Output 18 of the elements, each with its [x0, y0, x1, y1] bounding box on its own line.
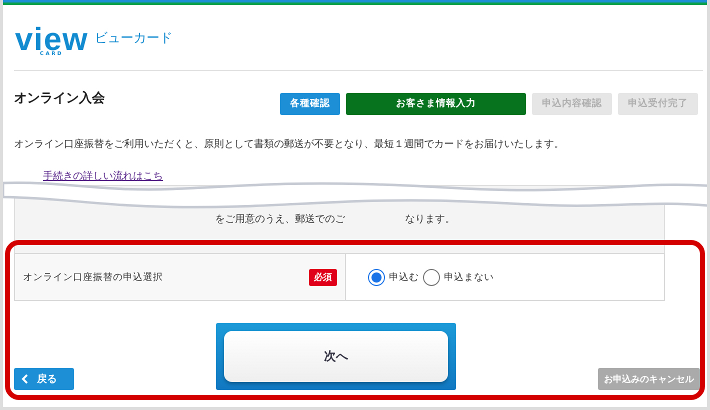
- next-button[interactable]: 次へ: [224, 331, 448, 382]
- required-badge: 必須: [309, 268, 337, 286]
- notice-text: をご用意のうえ、郵送でのご: [215, 212, 345, 226]
- progress-step: お客さま情報入力: [346, 93, 526, 115]
- notice-text: なります。: [405, 213, 455, 226]
- field-label: オンライン口座振替の申込選択: [23, 270, 163, 284]
- progress-step: 各種確認: [280, 93, 340, 115]
- radio-option[interactable]: 申込まない: [423, 268, 494, 286]
- logo-katakana: ビューカード: [94, 30, 172, 47]
- intro-text: オンライン口座振替をご利用いただくと、原則として書類の郵送が不要となり、最短１週間でカードをお届けいたします。: [14, 138, 565, 151]
- chevron-left-icon: [21, 374, 29, 384]
- back-button[interactable]: 戻る: [14, 368, 74, 390]
- radio-icon[interactable]: [368, 268, 385, 286]
- page-title: オンライン入会: [14, 90, 105, 107]
- radio-icon[interactable]: [423, 268, 440, 286]
- logo-wordmark: view: [15, 26, 88, 52]
- flow-link[interactable]: 手続きの詳しい流れはこち: [43, 171, 163, 182]
- radio-option[interactable]: 申込む: [368, 268, 419, 286]
